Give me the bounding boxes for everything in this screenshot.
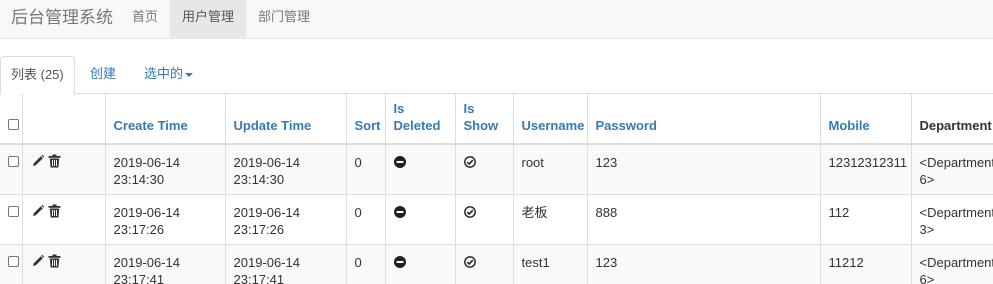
row-actions-cell	[22, 193, 106, 244]
users-table: Create Time Update Time Sort Is Deleted …	[0, 94, 993, 284]
row-actions-cell	[22, 143, 106, 194]
header-mobile[interactable]: Mobile	[820, 94, 912, 145]
table-row: 2019-06-14 23:14:30 2019-06-14 23:14:30 0 …	[0, 143, 993, 194]
table-header-row: Create Time Update Time Sort Is Deleted …	[0, 94, 993, 145]
department-id: 6>	[919, 271, 935, 284]
department-name: <Department	[919, 254, 993, 270]
minus-circle-icon	[393, 156, 406, 168]
is-show-cell	[455, 243, 514, 284]
department-id: 6>	[919, 172, 935, 187]
nav-item-user-management[interactable]: 用户管理	[170, 0, 247, 39]
header-is-deleted[interactable]: Is Deleted	[385, 94, 456, 145]
username-cell: root	[513, 143, 588, 194]
is-deleted-cell	[385, 193, 456, 244]
nav-item-department-management[interactable]: 部门管理	[246, 0, 322, 39]
ok-circle-icon	[463, 205, 476, 218]
mobile-cell: 12312312311	[820, 143, 912, 194]
department-cell: <Department 3>	[911, 193, 993, 244]
tab-list[interactable]: 列表 (25)	[0, 56, 75, 95]
is-deleted-cell	[385, 143, 456, 194]
create-clock: 23:17:26	[113, 221, 165, 237]
row-actions-cell	[22, 243, 106, 284]
sort-cell: 0	[346, 243, 386, 284]
header-create-time[interactable]: Create Time	[105, 94, 226, 145]
update-clock: 23:17:26	[233, 221, 285, 237]
department-cell: <Department 6>	[911, 243, 993, 284]
nav-item-home[interactable]: 首页	[120, 0, 170, 39]
create-date: 2019-06-14	[113, 254, 181, 270]
table-row: 2019-06-14 23:17:41 2019-06-14 23:17:41 0 …	[0, 243, 993, 284]
trash-icon[interactable]	[48, 254, 61, 268]
table-row: 2019-06-14 23:17:26 2019-06-14 23:17:26 0 …	[0, 193, 993, 244]
create-clock: 23:17:41	[113, 271, 165, 284]
is-show-cell	[455, 193, 514, 244]
header-username[interactable]: Username	[513, 94, 588, 145]
header-is-show[interactable]: Is Show	[455, 94, 514, 145]
minus-circle-icon	[393, 205, 406, 218]
select-all-checkbox[interactable]	[8, 119, 19, 130]
row-checkbox[interactable]	[8, 156, 19, 167]
department-cell: <Department 6>	[911, 143, 993, 194]
username-cell: 老板	[513, 193, 588, 244]
tab-selected-dropdown[interactable]: 选中的	[134, 56, 203, 94]
header-sort[interactable]: Sort	[346, 94, 386, 145]
update-time-cell: 2019-06-14 23:14:30	[225, 143, 347, 194]
update-clock: 23:17:41	[233, 271, 285, 284]
pencil-icon[interactable]	[31, 204, 45, 218]
brand-title[interactable]: 后台管理系统	[11, 8, 113, 28]
create-date: 2019-06-14	[113, 204, 181, 220]
department-name: <Department	[919, 155, 993, 170]
mobile-cell: 112	[820, 193, 912, 244]
select-all-cell	[0, 94, 23, 145]
is-deleted-cell	[385, 243, 456, 284]
action-tabs: 列表 (25) 创建 选中的	[0, 56, 993, 95]
department-id: 3>	[919, 221, 935, 237]
minus-circle-icon	[393, 255, 406, 268]
row-checkbox[interactable]	[8, 255, 19, 267]
row-select-cell	[0, 243, 23, 284]
sort-cell: 0	[346, 143, 386, 194]
actions-header	[22, 94, 106, 145]
header-update-time[interactable]: Update Time	[225, 94, 347, 145]
header-department: Department	[911, 94, 993, 145]
header-password[interactable]: Password	[587, 94, 821, 145]
ok-circle-icon	[463, 156, 476, 168]
create-time-cell: 2019-06-14 23:17:26	[105, 193, 226, 244]
caret-down-icon	[185, 72, 194, 77]
tab-selected-label: 选中的	[144, 66, 184, 81]
password-cell: 123	[587, 243, 821, 284]
pencil-icon[interactable]	[31, 154, 45, 168]
tab-create[interactable]: 创建	[80, 56, 126, 94]
is-show-cell	[455, 143, 514, 194]
update-clock: 23:14:30	[233, 172, 285, 187]
update-time-cell: 2019-06-14 23:17:41	[225, 243, 347, 284]
row-select-cell	[0, 193, 23, 244]
trash-icon[interactable]	[48, 154, 61, 168]
top-navbar: 后台管理系统 首页 用户管理 部门管理	[0, 0, 993, 39]
create-time-cell: 2019-06-14 23:14:30	[105, 143, 226, 194]
create-clock: 23:14:30	[113, 172, 165, 187]
pencil-icon[interactable]	[31, 254, 45, 268]
mobile-cell: 11212	[820, 243, 912, 284]
update-date: 2019-06-14	[233, 155, 301, 170]
trash-icon[interactable]	[48, 204, 61, 218]
row-checkbox[interactable]	[8, 205, 19, 217]
ok-circle-icon	[463, 255, 476, 268]
username-cell: test1	[513, 243, 588, 284]
update-date: 2019-06-14	[233, 204, 301, 220]
update-date: 2019-06-14	[233, 254, 301, 270]
password-cell: 888	[587, 193, 821, 244]
update-time-cell: 2019-06-14 23:17:26	[225, 193, 347, 244]
sort-cell: 0	[346, 193, 386, 244]
create-date: 2019-06-14	[113, 155, 181, 170]
row-select-cell	[0, 143, 23, 194]
password-cell: 123	[587, 143, 821, 194]
department-name: <Department	[919, 204, 993, 220]
create-time-cell: 2019-06-14 23:17:41	[105, 243, 226, 284]
